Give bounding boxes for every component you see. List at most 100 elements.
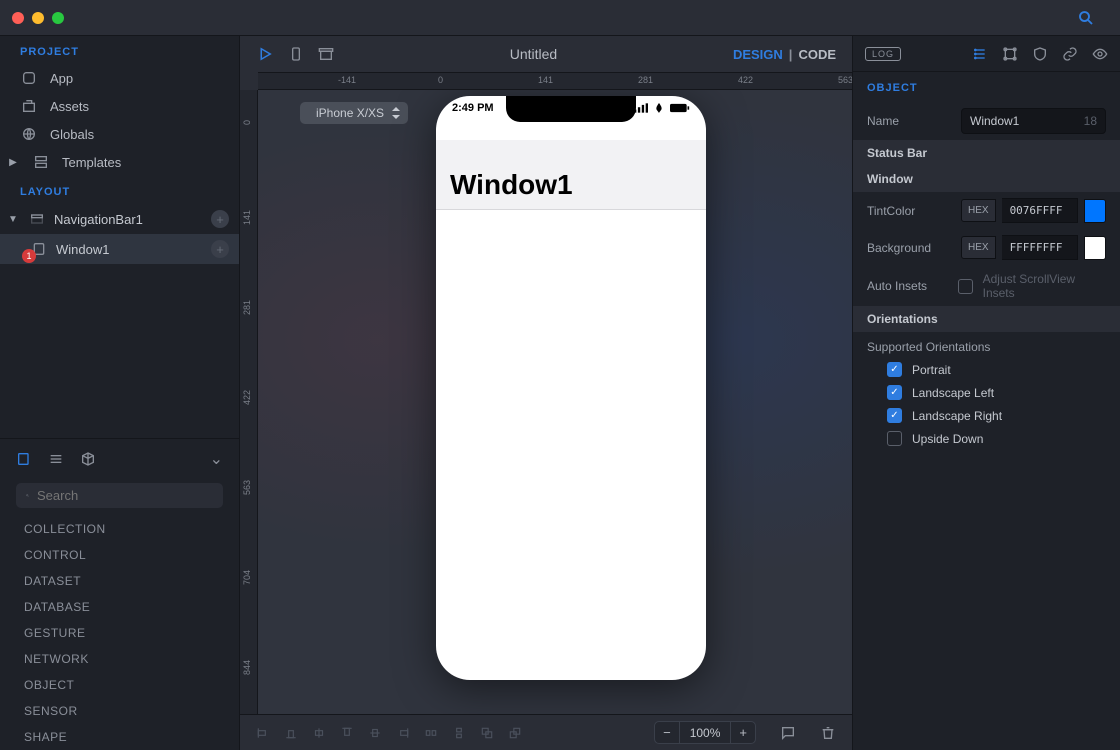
search-icon[interactable] <box>1074 6 1098 30</box>
disclosure-icon[interactable]: ▶ <box>6 157 20 168</box>
project-item-assets[interactable]: Assets <box>0 92 239 120</box>
project-item-label: App <box>50 71 73 86</box>
background-input[interactable]: FFFFFFFF <box>1002 235 1078 260</box>
hex-label: HEX <box>961 199 996 222</box>
project-item-globals[interactable]: Globals <box>0 120 239 148</box>
orientation-checkbox[interactable]: ✓ <box>887 385 902 400</box>
project-item-label: Globals <box>50 127 94 142</box>
minimize-window-button[interactable] <box>32 12 44 24</box>
supported-orientations-label: Supported Orientations <box>853 332 1120 358</box>
tintcolor-row: TintColor HEX 0076FFFF <box>853 192 1120 229</box>
orientation-checkbox[interactable]: ✓ <box>887 362 902 377</box>
distribute-icon[interactable] <box>424 726 438 740</box>
tintcolor-swatch[interactable] <box>1084 199 1106 223</box>
templates-icon <box>32 154 50 170</box>
mode-code[interactable]: CODE <box>798 47 836 62</box>
library-category[interactable]: OBJECT <box>0 672 239 698</box>
layout-header: LAYOUT <box>0 176 239 204</box>
device-selector-label: iPhone X/XS <box>316 106 384 120</box>
add-button[interactable]: + <box>211 240 229 258</box>
autoinsets-checkbox[interactable] <box>958 279 973 294</box>
arrange-icon[interactable] <box>508 726 522 740</box>
mode-design[interactable]: DESIGN <box>733 47 783 62</box>
orientation-checkbox[interactable] <box>887 431 902 446</box>
orientation-checkbox[interactable]: ✓ <box>887 408 902 423</box>
align-icon[interactable] <box>256 726 270 740</box>
distribute-icon[interactable] <box>452 726 466 740</box>
trash-icon[interactable] <box>820 725 836 741</box>
canvas-footer: − 100% + <box>240 714 852 750</box>
library-category[interactable]: SHAPE <box>0 724 239 750</box>
library-tab-cube-icon[interactable] <box>80 451 96 467</box>
library-category[interactable]: SENSOR <box>0 698 239 724</box>
tintcolor-input[interactable]: 0076FFFF <box>1002 198 1078 223</box>
chevron-down-icon[interactable]: ⌄ <box>210 449 223 469</box>
layout-item-label: NavigationBar1 <box>54 212 143 227</box>
background-swatch[interactable] <box>1084 236 1106 260</box>
name-input[interactable]: Window1 18 <box>961 108 1106 134</box>
play-icon[interactable] <box>256 45 274 63</box>
name-row: Name Window1 18 <box>853 102 1120 140</box>
layout-item-window[interactable]: 1 Window1 + <box>0 234 239 264</box>
comment-icon[interactable] <box>780 725 796 741</box>
project-item-templates[interactable]: ▶ Templates <box>0 148 239 176</box>
orientation-row: ✓Landscape Left <box>853 381 1120 404</box>
library-category[interactable]: COLLECTION <box>0 516 239 542</box>
section-statusbar[interactable]: Status Bar <box>853 140 1120 166</box>
object-header: OBJECT <box>853 72 1120 102</box>
ruler-horizontal: -1410141281422563 <box>258 72 852 90</box>
align-icon[interactable] <box>396 726 410 740</box>
background-row: Background HEX FFFFFFFF <box>853 229 1120 266</box>
search-icon <box>26 489 29 502</box>
arrange-icon[interactable] <box>480 726 494 740</box>
align-icon[interactable] <box>340 726 354 740</box>
shield-icon[interactable] <box>1032 46 1048 62</box>
disclosure-icon[interactable]: ▼ <box>6 214 20 225</box>
library-category[interactable]: GESTURE <box>0 620 239 646</box>
log-button[interactable]: LOG <box>865 47 901 61</box>
canvas[interactable]: iPhone X/XS 2:49 PM Window1 <box>258 90 852 714</box>
archive-icon[interactable] <box>318 46 334 62</box>
zoom-window-button[interactable] <box>52 12 64 24</box>
library-category[interactable]: CONTROL <box>0 542 239 568</box>
properties-tab-icon[interactable] <box>972 46 988 62</box>
window-titlebar <box>0 0 1120 36</box>
library-tab-list-icon[interactable] <box>48 451 64 467</box>
autoinsets-label: Auto Insets <box>867 279 948 293</box>
orientation-label: Upside Down <box>912 432 983 446</box>
link-icon[interactable] <box>1062 46 1078 62</box>
align-icon[interactable] <box>312 726 326 740</box>
eye-icon[interactable] <box>1092 46 1108 62</box>
add-button[interactable]: + <box>211 210 229 228</box>
device-icon[interactable] <box>288 46 304 62</box>
library-category[interactable]: DATASET <box>0 568 239 594</box>
library-tab-controls-icon[interactable] <box>16 451 32 467</box>
close-window-button[interactable] <box>12 12 24 24</box>
mode-toggle[interactable]: DESIGN | CODE <box>733 47 836 62</box>
device-selector[interactable]: iPhone X/XS <box>300 102 408 124</box>
phone-nav-header: Window1 <box>436 140 706 210</box>
align-icon[interactable] <box>368 726 382 740</box>
library-search[interactable] <box>16 483 223 508</box>
geometry-tab-icon[interactable] <box>1002 46 1018 62</box>
orientation-label: Landscape Right <box>912 409 1002 423</box>
zoom-value: 100% <box>680 723 731 743</box>
project-item-app[interactable]: App <box>0 64 239 92</box>
canvas-panel: Untitled DESIGN | CODE -1410141281422563… <box>240 36 852 750</box>
left-panel: PROJECT App Assets Globals ▶ Templates L… <box>0 36 240 750</box>
background-label: Background <box>867 241 951 255</box>
app-icon <box>20 70 38 86</box>
library-search-input[interactable] <box>37 488 213 503</box>
signal-icon <box>634 103 648 113</box>
align-icon[interactable] <box>284 726 298 740</box>
section-orientations[interactable]: Orientations <box>853 306 1120 332</box>
layout-item-navigationbar[interactable]: ▼ NavigationBar1 + <box>0 204 239 234</box>
zoom-in-button[interactable]: + <box>730 722 755 743</box>
zoom-out-button[interactable]: − <box>655 722 680 743</box>
canvas-toolbar: Untitled DESIGN | CODE <box>240 36 852 72</box>
section-window[interactable]: Window <box>853 166 1120 192</box>
name-label: Name <box>867 114 951 128</box>
orientation-row: ✓Portrait <box>853 358 1120 381</box>
library-category[interactable]: NETWORK <box>0 646 239 672</box>
library-category[interactable]: DATABASE <box>0 594 239 620</box>
